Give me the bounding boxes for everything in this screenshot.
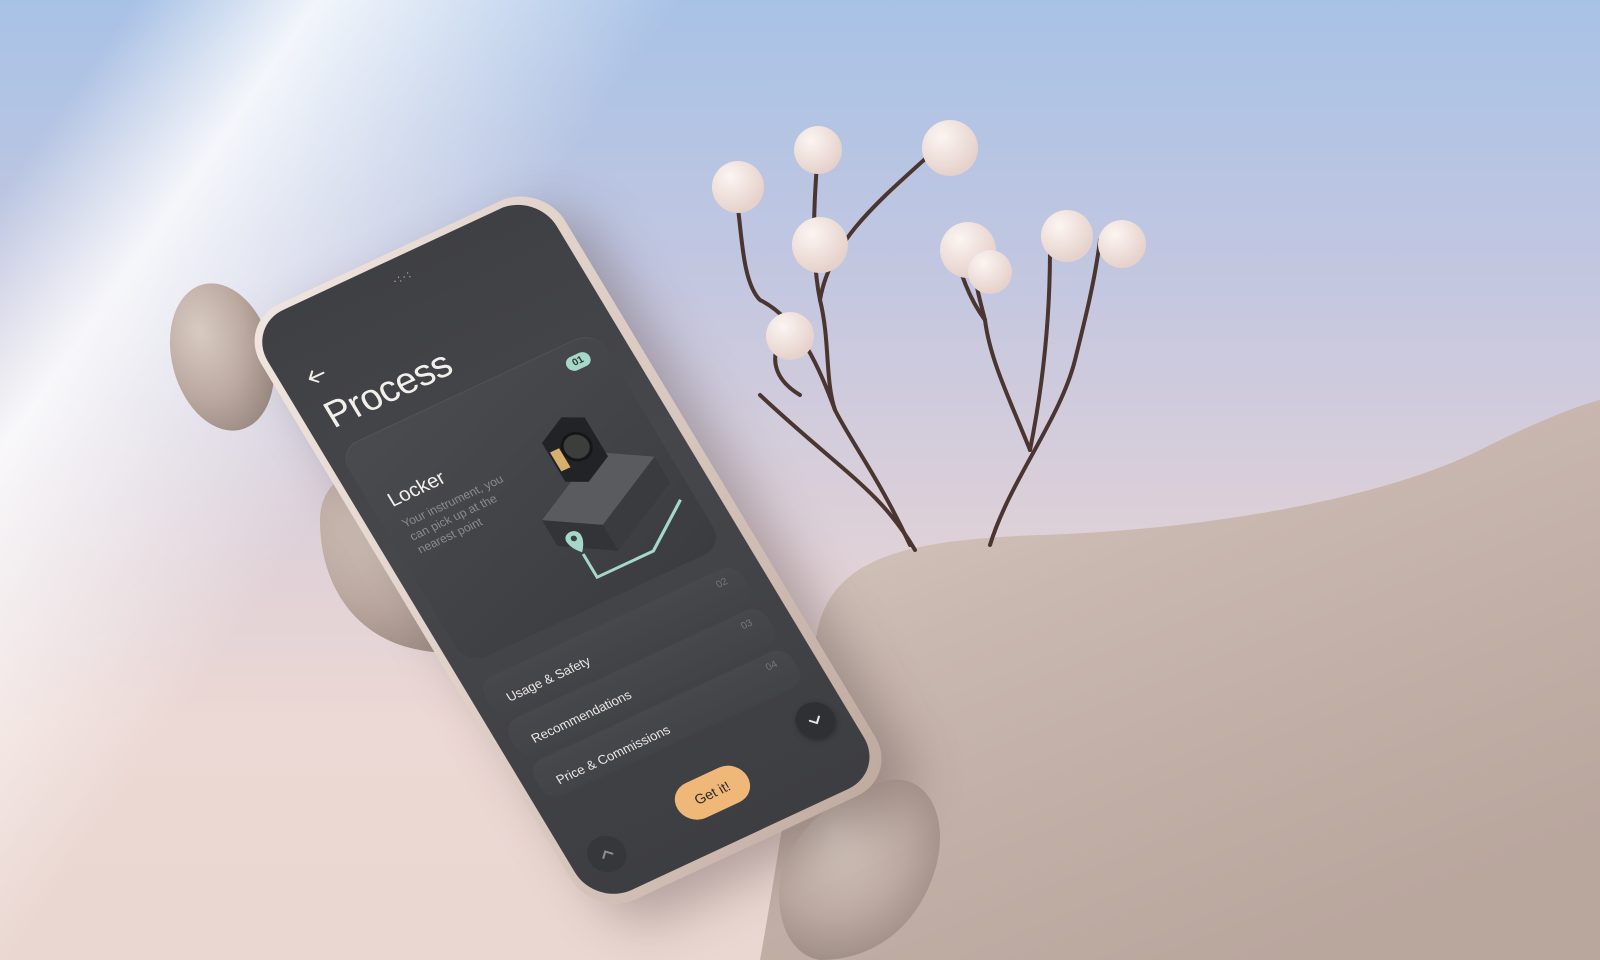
list-item-number: 02 bbox=[714, 576, 730, 591]
list-item-number: 03 bbox=[739, 617, 755, 632]
chevron-up-icon bbox=[602, 850, 614, 859]
step-badge: 01 bbox=[562, 349, 594, 374]
scroll-up-button[interactable] bbox=[579, 829, 634, 879]
chevron-down-icon bbox=[808, 715, 820, 725]
cotton-buds bbox=[712, 120, 1146, 360]
promo-scene: ·:·: Process 01 Locker Your instrument, … bbox=[0, 0, 1600, 960]
list-item-number: 04 bbox=[763, 659, 780, 674]
back-arrow-icon[interactable] bbox=[299, 361, 333, 392]
camera-notch: ·:·: bbox=[390, 268, 415, 287]
get-it-button[interactable]: Get it! bbox=[666, 759, 758, 827]
expand-button[interactable] bbox=[788, 695, 843, 745]
